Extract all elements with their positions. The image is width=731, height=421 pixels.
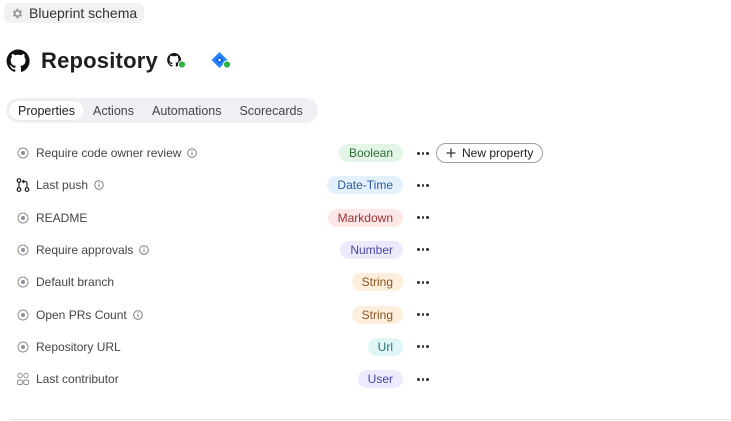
property-row[interactable]: Open PRs Count String <box>0 303 731 327</box>
property-label: Last push <box>36 178 104 192</box>
property-type-badge: Url <box>367 337 403 356</box>
property-row[interactable]: Last contributor User <box>0 367 731 391</box>
tab-scorecards[interactable]: Scorecards <box>230 101 311 120</box>
property-type-badge: Boolean <box>338 144 403 162</box>
more-dots-icon[interactable] <box>416 143 430 163</box>
property-label: Require code owner review <box>36 146 198 160</box>
property-row[interactable]: Repository URL Url <box>0 335 731 359</box>
info-icon[interactable] <box>132 309 143 320</box>
property-type-badge: Markdown <box>327 208 403 227</box>
property-type-badge: User <box>357 370 403 389</box>
gear-icon <box>11 7 24 20</box>
tab-bar: Properties Actions Automations Scorecard… <box>6 98 318 123</box>
circle-dot-icon <box>16 308 30 322</box>
circle-dot-icon <box>16 211 30 225</box>
new-property-label: New property <box>462 146 534 160</box>
more-dots-icon[interactable] <box>416 337 430 357</box>
tab-actions[interactable]: Actions <box>84 101 143 120</box>
property-name: Last push <box>36 178 89 193</box>
property-name: Last contributor <box>36 372 119 387</box>
property-row[interactable]: Last push Date-Time <box>0 173 731 197</box>
property-type-badge: String <box>351 273 403 292</box>
tab-properties[interactable]: Properties <box>9 101 84 120</box>
more-dots-icon[interactable] <box>416 240 430 260</box>
tab-automations[interactable]: Automations <box>143 101 230 120</box>
jira-integration-icon[interactable] <box>210 51 234 71</box>
property-name: README <box>36 210 88 225</box>
property-name: Default branch <box>36 275 115 290</box>
plus-icon <box>446 148 456 158</box>
info-icon[interactable] <box>187 148 198 158</box>
page-header: Repository <box>6 46 158 76</box>
breadcrumb-label: Blueprint schema <box>29 5 138 21</box>
property-row[interactable]: README Markdown <box>0 206 731 230</box>
circle-dot-icon <box>16 340 30 354</box>
property-type-badge: Date-Time <box>327 176 403 195</box>
property-name: Require code owner review <box>36 146 182 160</box>
property-label: Last contributor <box>36 372 119 386</box>
property-row[interactable]: Require code owner review Boolean <box>0 141 731 165</box>
property-name: Open PRs Count <box>36 307 127 322</box>
property-label: Repository URL <box>36 340 121 354</box>
info-icon[interactable] <box>94 180 104 191</box>
circle-dot-icon <box>16 146 30 160</box>
property-label: Require approvals <box>36 242 150 257</box>
property-label: Default branch <box>36 275 114 289</box>
more-dots-icon[interactable] <box>416 208 430 228</box>
property-type-badge: Number <box>340 240 403 259</box>
blueprint-schema-breadcrumb[interactable]: Blueprint schema <box>4 3 145 23</box>
new-property-button[interactable]: New property <box>436 143 544 163</box>
property-name: Repository URL <box>36 339 121 354</box>
property-type-badge: String <box>351 305 403 324</box>
property-name: Require approvals <box>36 242 134 257</box>
git-pull-request-icon <box>16 178 30 193</box>
property-row[interactable]: Default branch String <box>0 270 731 294</box>
circle-dot-icon <box>16 243 30 257</box>
property-label: Open PRs Count <box>36 308 143 322</box>
more-dots-icon[interactable] <box>416 305 430 325</box>
more-dots-icon[interactable] <box>416 369 430 389</box>
property-label: README <box>36 211 87 225</box>
more-dots-icon[interactable] <box>416 175 430 195</box>
bottom-divider <box>10 419 731 420</box>
info-icon[interactable] <box>139 245 150 255</box>
more-dots-icon[interactable] <box>416 272 430 292</box>
users-icon <box>16 372 30 386</box>
page-title: Repository <box>41 48 158 73</box>
circle-dot-icon <box>16 275 30 289</box>
github-integration-icon[interactable] <box>166 52 188 70</box>
property-row[interactable]: Require approvals Number <box>0 238 731 262</box>
github-icon <box>6 49 30 73</box>
